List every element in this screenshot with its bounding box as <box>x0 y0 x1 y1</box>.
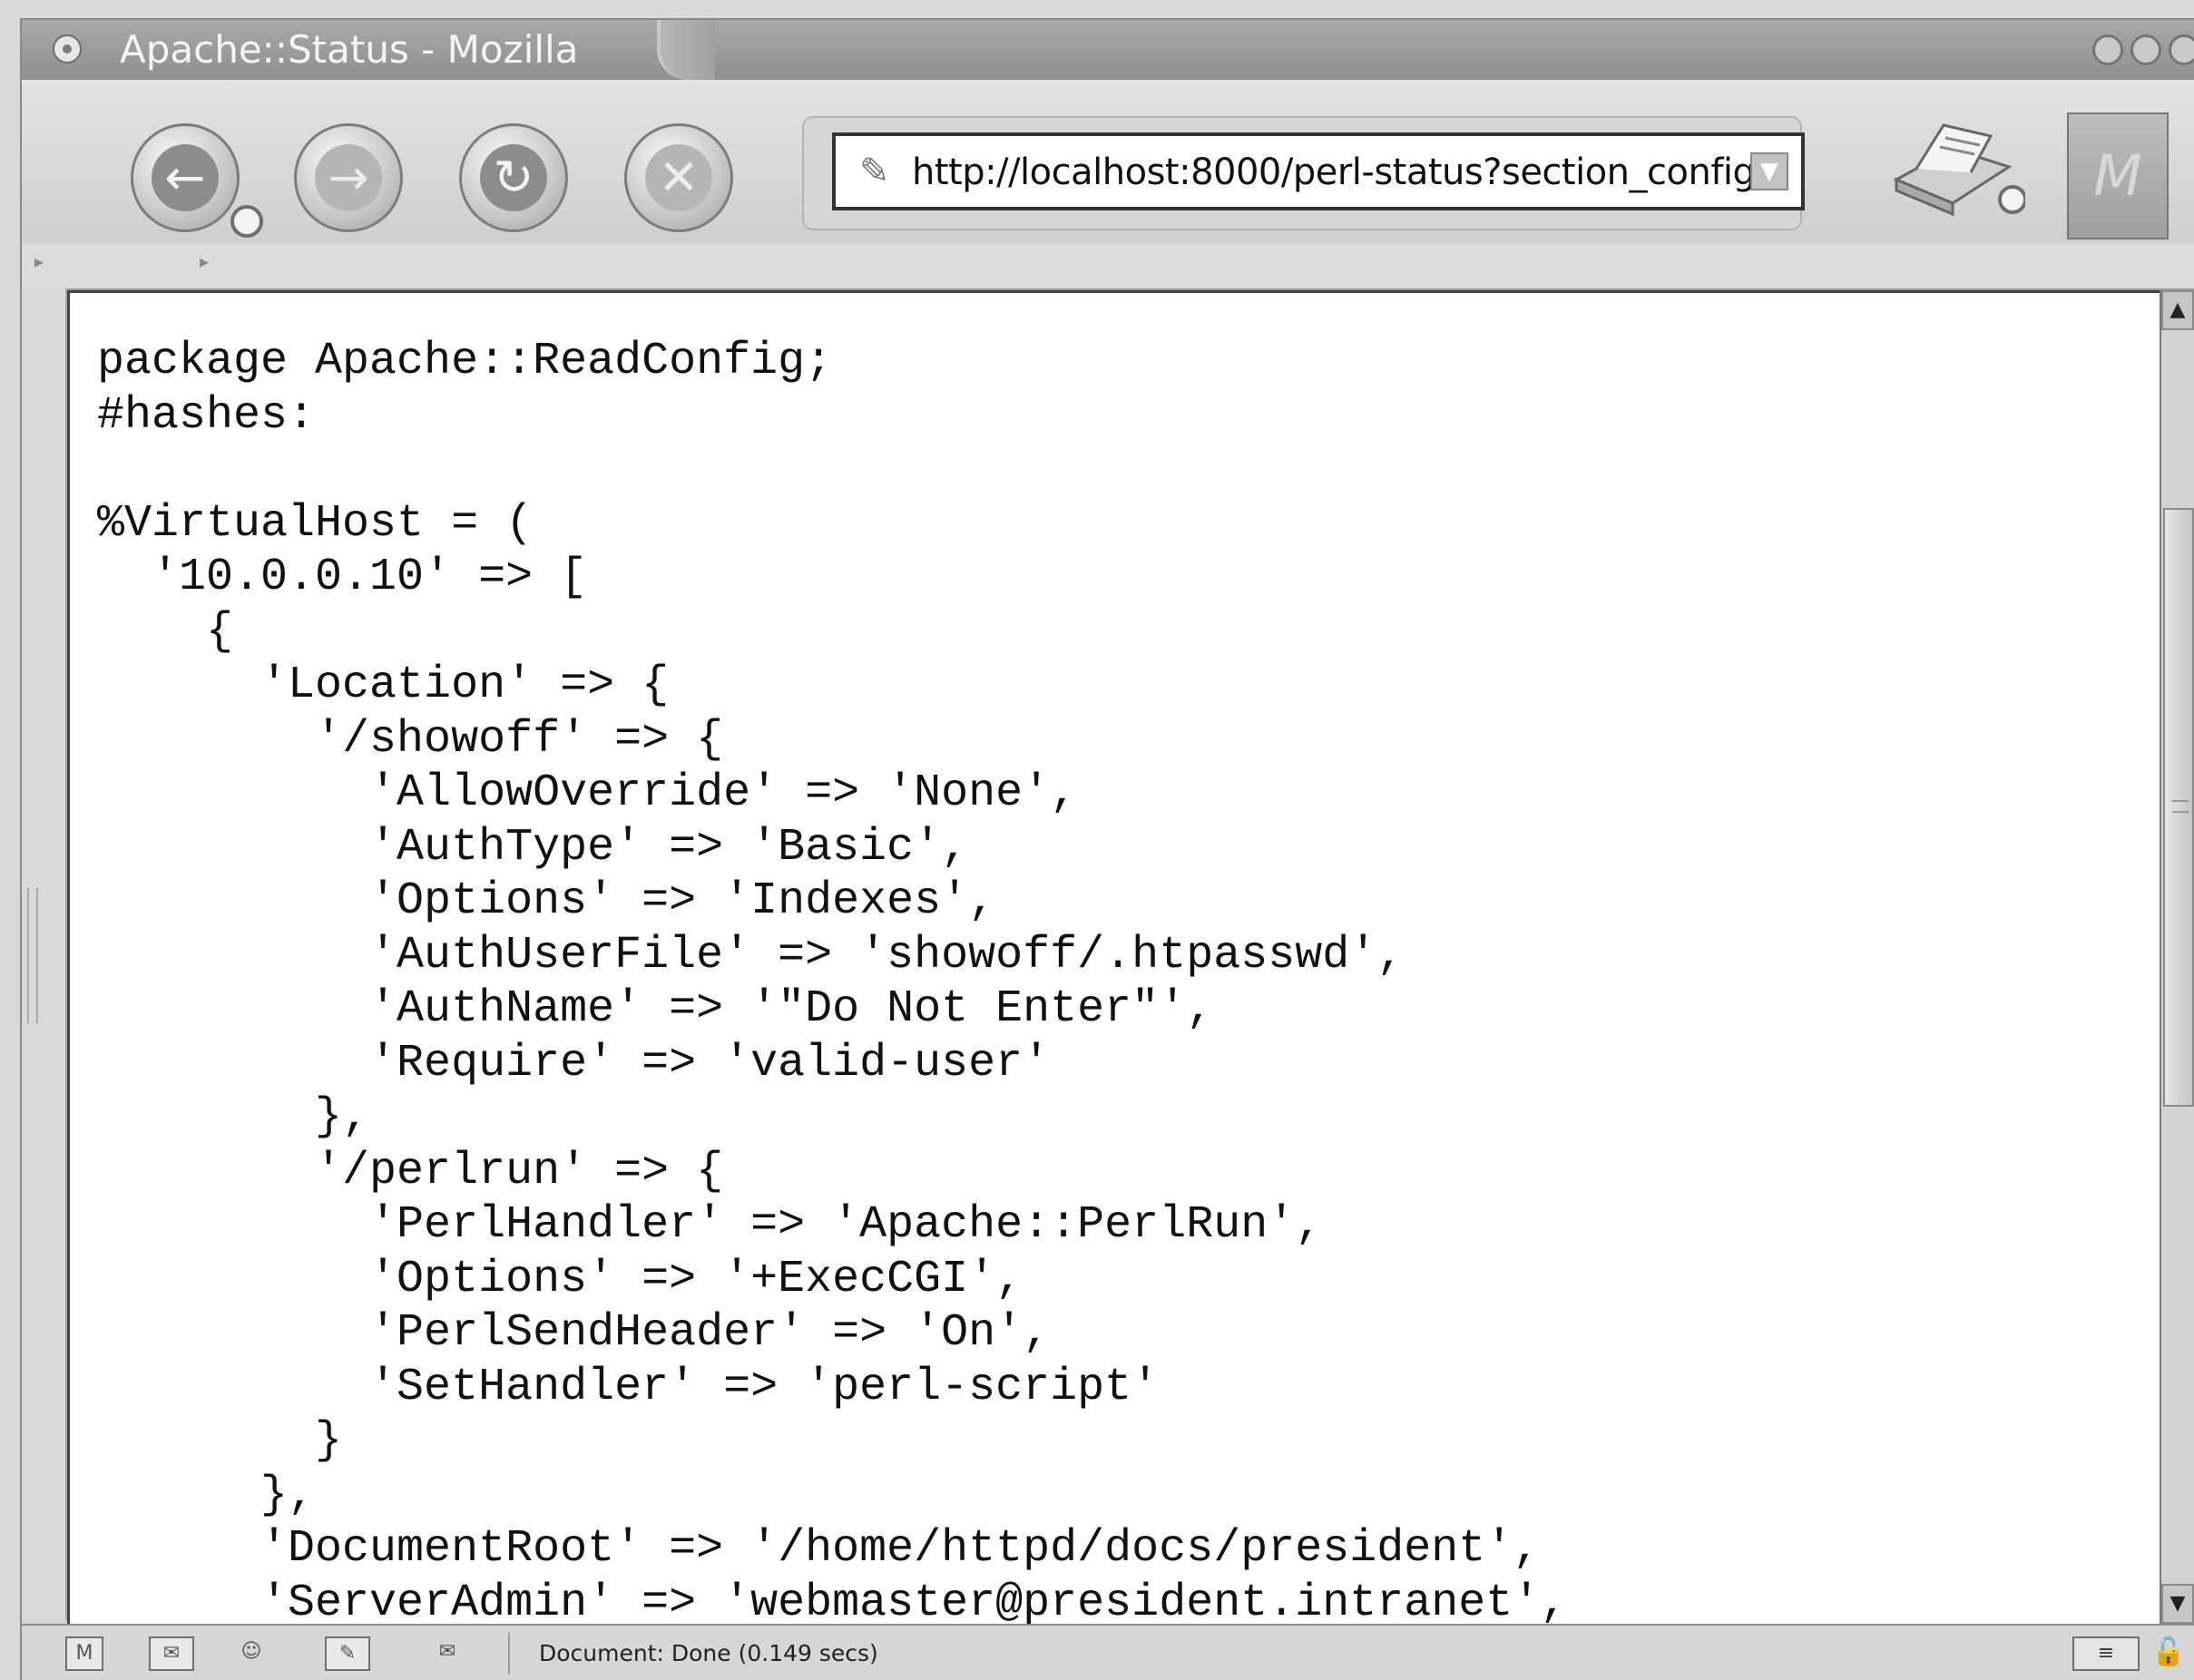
reload-button[interactable]: ↻ <box>459 123 568 232</box>
page-content: package Apache::ReadConfig; #hashes: %Vi… <box>67 290 2160 1624</box>
status-text: Document: Done (0.149 secs) <box>539 1640 878 1666</box>
status-separator <box>508 1633 510 1675</box>
sidebar-grippy-notch <box>27 887 38 1023</box>
mail-icon[interactable]: ✉ <box>149 1636 194 1671</box>
toolbar-grippy-icon[interactable]: ▸ <box>34 250 44 281</box>
navigation-toolbar: ← → ↻ ✕ ✎ http://localhost:8000/perl-sta… <box>22 80 2194 245</box>
toolbar-grippy-icon[interactable]: ▸ <box>200 250 209 281</box>
perl-config-code: package Apache::ReadConfig; #hashes: %Vi… <box>97 336 1568 1624</box>
print-icon[interactable] <box>1889 116 2025 216</box>
forward-arrow-icon: → <box>315 144 382 211</box>
stop-icon: ✕ <box>645 144 712 211</box>
forward-button[interactable]: → <box>294 123 403 232</box>
reload-icon: ↻ <box>480 144 547 211</box>
minimize-icon[interactable] <box>2092 34 2123 65</box>
window-title: Apache::Status - Mozilla <box>120 27 579 72</box>
vertical-scrollbar[interactable]: ▲ ▼ <box>2160 290 2194 1624</box>
security-lock-icon[interactable]: 🔓 <box>2150 1635 2187 1671</box>
close-window-icon[interactable] <box>2169 34 2194 65</box>
navigator-icon[interactable]: M <box>65 1636 103 1671</box>
back-history-dropdown[interactable] <box>230 205 263 238</box>
stop-button[interactable]: ✕ <box>624 123 733 232</box>
maximize-icon[interactable] <box>2130 34 2161 65</box>
scroll-thumb[interactable] <box>2163 508 2194 1107</box>
scroll-up-icon[interactable]: ▲ <box>2161 290 2194 330</box>
scroll-thumb-grip <box>2172 800 2189 813</box>
url-history-dropdown[interactable]: ▼ <box>1750 152 1788 190</box>
status-bar: M ✉ ☺ ✎ ✉ Document: Done (0.149 secs) ≡ … <box>22 1624 2194 1680</box>
sidebar-grippy[interactable] <box>22 288 67 1620</box>
mozilla-m-icon[interactable]: M <box>2067 112 2169 239</box>
scroll-down-icon[interactable]: ▼ <box>2161 1584 2194 1624</box>
page-proxy-icon[interactable]: ✎ <box>859 151 890 192</box>
title-bar[interactable]: Apache::Status - Mozilla <box>22 20 2194 80</box>
addressbook-icon[interactable]: ✉ <box>425 1636 470 1671</box>
browser-window: Apache::Status - Mozilla ← → ↻ ✕ ✎ http:… <box>0 0 2194 1680</box>
personal-toolbar: ▸ ▸ <box>22 243 2194 290</box>
online-status-icon[interactable]: ≡ <box>2072 1636 2140 1671</box>
composer-icon[interactable]: ✎ <box>325 1636 370 1671</box>
chat-icon[interactable]: ☺ <box>229 1636 274 1671</box>
window-menu-icon[interactable] <box>53 34 82 63</box>
back-button[interactable]: ← <box>131 123 240 232</box>
url-bar[interactable]: ✎ http://localhost:8000/perl-status?sect… <box>832 132 1805 210</box>
back-arrow-icon: ← <box>152 144 219 211</box>
url-text[interactable]: http://localhost:8000/perl-status?sectio… <box>912 151 1756 193</box>
title-tab-edge <box>657 20 715 80</box>
